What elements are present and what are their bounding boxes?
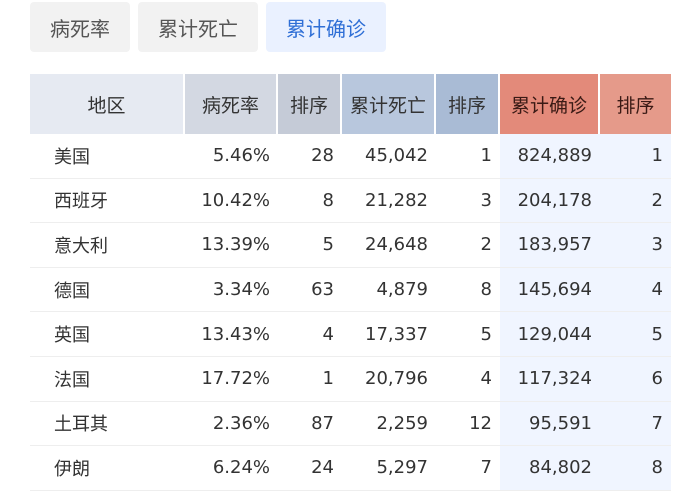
table-row[interactable]: 英国 13.43% 4 17,337 5 129,044 5 [30,312,671,357]
cell-cumulative-deaths: 45,042 [365,145,428,167]
cell-cumulative-deaths: 17,337 [365,323,428,345]
cell-rank-confirmed: 7 [600,401,671,446]
tab-cumulative-confirmed[interactable]: 累计确诊 [266,2,386,52]
cell-rank-deaths: 12 [469,412,492,434]
cell-cumulative-confirmed: 824,889 [500,134,600,178]
cell-rank-deaths: 1 [480,145,492,167]
tab-cumulative-deaths[interactable]: 累计死亡 [138,2,258,52]
cell-rank-fatality: 87 [311,412,334,434]
table-row[interactable]: 法国 17.72% 1 20,796 4 117,324 6 [30,356,671,402]
cell-fatality-rate: 6.24% [212,457,270,479]
cell-cumulative-confirmed: 84,802 [500,446,600,490]
cell-rank-fatality: 63 [311,279,334,301]
table-row[interactable]: 伊朗 6.24% 24 5,297 7 84,802 8 [30,446,671,491]
header-rank-deaths[interactable]: 排序 [436,74,500,134]
stats-table: 地区 病死率 排序 累计死亡 排序 累计确诊 排序 美国 5.46% 28 45… [30,74,671,491]
table-header: 地区 病死率 排序 累计死亡 排序 累计确诊 排序 [30,74,671,134]
cell-cumulative-deaths: 5,297 [376,457,428,479]
cell-region: 西班牙 [54,191,108,213]
header-fatality-rate[interactable]: 病死率 [185,74,278,134]
cell-rank-fatality: 8 [322,189,334,211]
tab-fatality-rate[interactable]: 病死率 [30,2,130,52]
table-row[interactable]: 意大利 13.39% 5 24,648 2 183,957 3 [30,223,671,268]
header-rank-fatality[interactable]: 排序 [278,74,342,134]
cell-fatality-rate: 3.34% [212,279,270,301]
cell-cumulative-deaths: 20,796 [365,368,428,390]
cell-rank-fatality: 28 [311,145,334,167]
cell-region: 伊朗 [54,458,90,480]
cell-rank-confirmed: 4 [600,267,671,312]
cell-rank-deaths: 3 [480,189,492,211]
cell-fatality-rate: 13.43% [201,323,270,345]
cell-fatality-rate: 13.39% [201,234,270,256]
cell-region: 德国 [54,280,90,302]
cell-rank-deaths: 2 [480,234,492,256]
cell-region: 美国 [54,146,90,168]
cell-rank-deaths: 8 [480,279,492,301]
cell-rank-deaths: 4 [480,368,492,390]
cell-fatality-rate: 17.72% [201,368,270,390]
cell-cumulative-confirmed: 129,044 [500,312,600,356]
header-region[interactable]: 地区 [30,74,185,134]
cell-rank-deaths: 5 [480,323,492,345]
table-row[interactable]: 土耳其 2.36% 87 2,259 12 95,591 7 [30,401,671,447]
cell-cumulative-deaths: 2,259 [376,412,428,434]
header-cumulative-deaths[interactable]: 累计死亡 [342,74,436,134]
cell-cumulative-confirmed: 95,591 [500,401,600,446]
cell-rank-fatality: 24 [311,457,334,479]
cell-cumulative-confirmed: 183,957 [500,223,600,267]
cell-cumulative-deaths: 21,282 [365,189,428,211]
table-body: 美国 5.46% 28 45,042 1 824,889 1 西班牙 10.42… [30,134,671,491]
table-row[interactable]: 德国 3.34% 63 4,879 8 145,694 4 [30,267,671,313]
cell-region: 法国 [54,369,90,391]
cell-rank-confirmed: 3 [600,223,671,267]
header-cumulative-confirmed[interactable]: 累计确诊 [500,74,600,134]
cell-rank-fatality: 4 [322,323,334,345]
cell-rank-confirmed: 1 [600,134,671,178]
cell-fatality-rate: 5.46% [212,145,270,167]
cell-cumulative-deaths: 24,648 [365,234,428,256]
cell-rank-confirmed: 6 [600,356,671,401]
cell-region: 意大利 [54,235,108,257]
cell-region: 英国 [54,325,90,347]
header-rank-confirmed[interactable]: 排序 [600,74,671,134]
cell-cumulative-confirmed: 204,178 [500,178,600,223]
cell-fatality-rate: 2.36% [212,412,270,434]
cell-cumulative-deaths: 4,879 [376,279,428,301]
cell-fatality-rate: 10.42% [201,189,270,211]
table-row[interactable]: 西班牙 10.42% 8 21,282 3 204,178 2 [30,178,671,224]
cell-rank-fatality: 1 [322,368,334,390]
cell-region: 土耳其 [54,414,108,436]
cell-rank-fatality: 5 [322,234,334,256]
cell-rank-confirmed: 5 [600,312,671,356]
cell-rank-confirmed: 2 [600,178,671,223]
cell-cumulative-confirmed: 117,324 [500,356,600,401]
table-row[interactable]: 美国 5.46% 28 45,042 1 824,889 1 [30,134,671,179]
tab-bar: 病死率 累计死亡 累计确诊 [30,2,386,52]
cell-rank-deaths: 7 [480,457,492,479]
cell-cumulative-confirmed: 145,694 [500,267,600,312]
cell-rank-confirmed: 8 [600,446,671,490]
